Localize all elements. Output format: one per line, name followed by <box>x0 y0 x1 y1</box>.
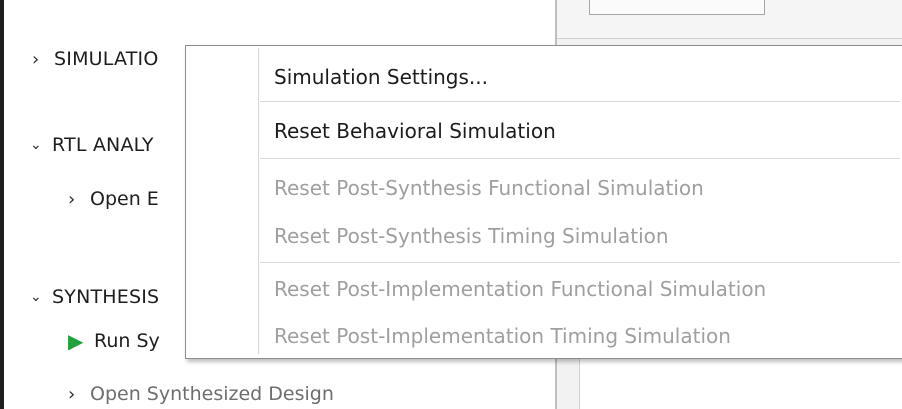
menu-separator <box>260 262 900 263</box>
nav-item-open-elaborated-label: Open E <box>90 188 159 210</box>
menu-item-reset-behavioral-simulation[interactable]: Reset Behavioral Simulation <box>274 116 556 146</box>
menu-item-reset-post-synthesis-timing: Reset Post-Synthesis Timing Simulation <box>274 224 669 248</box>
nav-section-synthesis-label: SYNTHESIS <box>52 286 160 308</box>
chevron-right-icon[interactable]: › <box>32 49 54 70</box>
menu-icon-gutter <box>258 48 259 354</box>
nav-section-simulation[interactable]: › SIMULATIO <box>32 45 158 73</box>
nav-item-open-synthesized-design-label: Open Synthesized Design <box>90 383 334 405</box>
right-toolbar <box>557 0 902 39</box>
chevron-right-icon[interactable]: › <box>68 384 90 405</box>
nav-section-rtl-analysis-label: RTL ANALY <box>52 134 154 156</box>
nav-item-open-elaborated[interactable]: › Open E <box>68 185 159 213</box>
nav-section-synthesis[interactable]: ⌄ SYNTHESIS <box>30 283 159 311</box>
menu-item-reset-post-synthesis-functional: Reset Post-Synthesis Functional Simulati… <box>274 176 704 200</box>
nav-item-run-synthesis-label: Run Sy <box>94 330 160 352</box>
chevron-right-icon[interactable]: › <box>68 189 90 210</box>
play-icon: ▶ <box>68 329 84 353</box>
nav-section-simulation-label: SIMULATIO <box>54 48 159 70</box>
chevron-down-icon[interactable]: ⌄ <box>30 137 52 153</box>
menu-item-simulation-settings[interactable]: Simulation Settings... <box>274 62 488 92</box>
context-menu: Simulation Settings... Reset Behavioral … <box>185 45 902 359</box>
menu-item-reset-post-implementation-functional: Reset Post-Implementation Functional Sim… <box>274 277 767 301</box>
menu-separator <box>260 101 900 102</box>
right-toolbar-field[interactable] <box>589 0 765 15</box>
menu-item-reset-post-implementation-timing: Reset Post-Implementation Timing Simulat… <box>274 324 731 348</box>
nav-item-open-synthesized-design[interactable]: › Open Synthesized Design <box>68 380 334 408</box>
nav-section-rtl-analysis[interactable]: ⌄ RTL ANALY <box>30 131 154 159</box>
chevron-down-icon[interactable]: ⌄ <box>30 289 52 305</box>
nav-item-run-synthesis[interactable]: ▶ Run Sy <box>68 327 160 355</box>
menu-separator <box>260 158 900 159</box>
